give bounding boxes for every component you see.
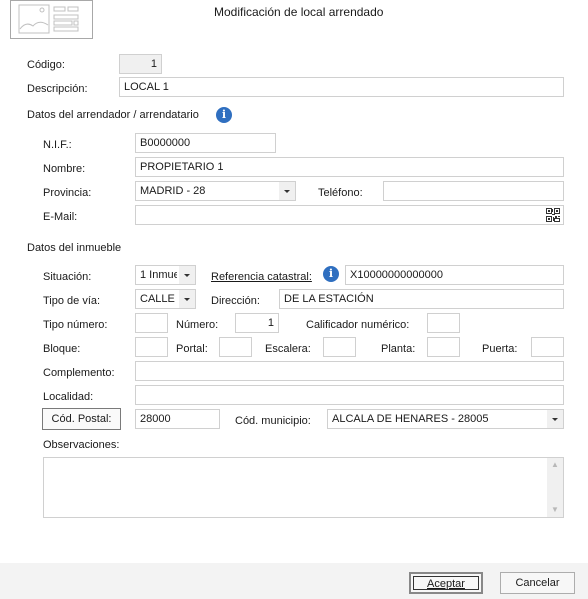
cod-postal-button[interactable]: Cód. Postal: xyxy=(42,408,121,430)
planta-field[interactable] xyxy=(427,337,460,357)
chevron-down-icon[interactable] xyxy=(179,266,195,284)
provincia-label: Provincia: xyxy=(43,187,92,199)
nif-field[interactable]: B0000000 xyxy=(135,133,276,153)
referencia-catastral-field[interactable]: X10000000000000 xyxy=(345,265,564,285)
observaciones-textarea[interactable]: ▲ ▼ xyxy=(43,457,564,518)
complemento-field[interactable] xyxy=(135,361,564,381)
accept-button[interactable]: Aceptar xyxy=(409,572,483,594)
tipo-via-value: CALLE - xyxy=(140,293,177,305)
direccion-field[interactable]: DE LA ESTACIÓN xyxy=(279,289,564,309)
nombre-label: Nombre: xyxy=(43,163,86,175)
tipo-via-select[interactable]: CALLE - xyxy=(135,289,196,309)
numero-label: Número: xyxy=(176,319,219,331)
image-placeholder-icon xyxy=(10,0,93,39)
cod-municipio-select[interactable]: ALCALA DE HENARES - 28005 xyxy=(327,409,564,429)
situacion-select[interactable]: 1 Inmueble xyxy=(135,265,196,285)
portal-field[interactable] xyxy=(219,337,252,357)
tipo-numero-field[interactable] xyxy=(135,313,168,333)
scroll-up-icon[interactable]: ▲ xyxy=(547,458,563,472)
scroll-down-icon[interactable]: ▼ xyxy=(547,503,563,517)
escalera-field[interactable] xyxy=(323,337,356,357)
window-title: Modificación de local arrendado xyxy=(214,5,384,19)
localidad-field[interactable] xyxy=(135,385,564,405)
info-icon[interactable]: i xyxy=(323,266,339,282)
puerta-field[interactable] xyxy=(531,337,564,357)
chevron-down-icon[interactable] xyxy=(547,410,563,428)
calificador-field[interactable] xyxy=(427,313,460,333)
tipo-numero-label: Tipo número: xyxy=(43,319,108,331)
nif-label: N.I.F.: xyxy=(43,139,72,151)
bloque-label: Bloque: xyxy=(43,343,81,355)
descripcion-field[interactable]: LOCAL 1 xyxy=(119,77,564,97)
puerta-label: Puerta: xyxy=(482,343,518,355)
escalera-label: Escalera: xyxy=(265,343,311,355)
tipo-via-label: Tipo de vía: xyxy=(43,295,101,307)
inmueble-section-title: Datos del inmueble xyxy=(27,242,122,254)
descripcion-label: Descripción: xyxy=(27,83,88,95)
cod-municipio-value: ALCALA DE HENARES - 28005 xyxy=(332,413,489,425)
cod-municipio-label: Cód. municipio: xyxy=(235,415,311,427)
qr-code-icon[interactable] xyxy=(546,208,560,222)
info-icon[interactable]: i xyxy=(216,107,232,123)
portal-label: Portal: xyxy=(176,343,208,355)
email-label: E-Mail: xyxy=(43,211,78,223)
situacion-label: Situación: xyxy=(43,271,92,283)
planta-label: Planta: xyxy=(381,343,416,355)
calificador-label: Calificador numérico: xyxy=(306,319,410,331)
direccion-label: Dirección: xyxy=(211,295,260,307)
telefono-label: Teléfono: xyxy=(318,187,363,199)
email-field[interactable] xyxy=(135,205,564,225)
codigo-field[interactable]: 1 xyxy=(119,54,162,74)
provincia-select[interactable]: MADRID - 28 xyxy=(135,181,296,201)
cod-postal-field[interactable]: 28000 xyxy=(135,409,220,429)
complemento-label: Complemento: xyxy=(43,367,115,379)
observaciones-scrollbar[interactable]: ▲ ▼ xyxy=(547,458,563,517)
chevron-down-icon[interactable] xyxy=(179,290,195,308)
telefono-field[interactable] xyxy=(383,181,564,201)
provincia-value: MADRID - 28 xyxy=(140,185,206,197)
chevron-down-icon[interactable] xyxy=(279,182,295,200)
codigo-label: Código: xyxy=(27,59,65,71)
accept-button-label: Aceptar xyxy=(413,576,479,590)
nombre-field[interactable]: PROPIETARIO 1 xyxy=(135,157,564,177)
bloque-field[interactable] xyxy=(135,337,168,357)
cancel-button[interactable]: Cancelar xyxy=(500,572,575,594)
arrendador-section-title: Datos del arrendador / arrendatario xyxy=(27,109,199,121)
observaciones-label: Observaciones: xyxy=(43,439,120,451)
numero-field[interactable]: 1 xyxy=(235,313,279,333)
situacion-value: 1 Inmueble xyxy=(140,269,177,281)
referencia-catastral-link[interactable]: Referencia catastral: xyxy=(211,270,312,284)
localidad-label: Localidad: xyxy=(43,391,94,403)
